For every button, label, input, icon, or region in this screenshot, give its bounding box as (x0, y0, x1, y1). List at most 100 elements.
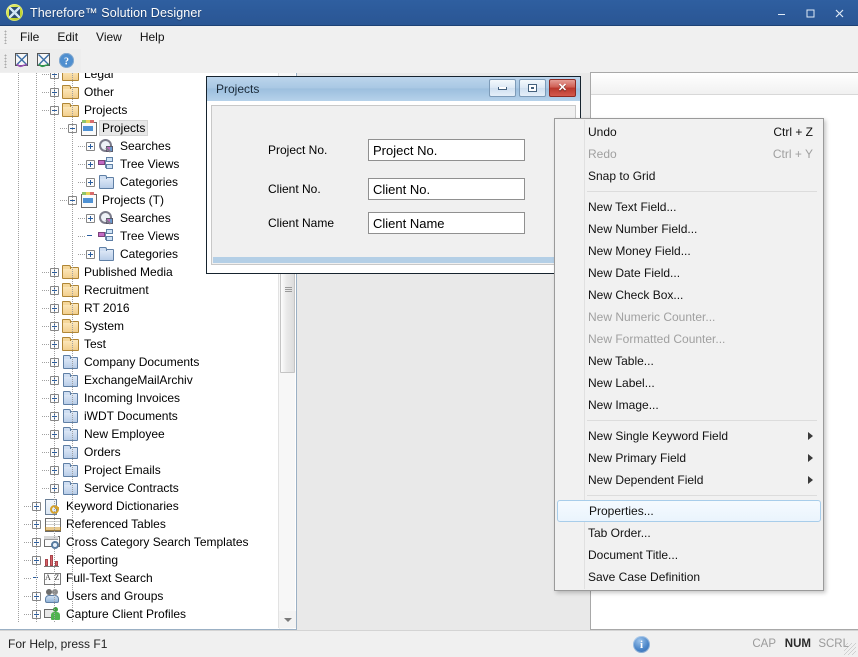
context-menu-item-label: New Dependent Field (588, 473, 703, 487)
field-box-client-no[interactable]: Client No. (368, 178, 525, 200)
projects-close-button[interactable]: ✕ (549, 79, 576, 97)
context-menu-item[interactable]: New Image... (555, 394, 823, 416)
category-icon (62, 480, 78, 496)
tree-guide-dash (42, 74, 50, 75)
context-menu-item[interactable]: New Money Field... (555, 240, 823, 262)
tree-guide-dash (24, 542, 32, 543)
tree-node[interactable]: Users and Groups (0, 587, 279, 605)
form-context-menu: UndoCtrl + ZRedoCtrl + YSnap to GridNew … (554, 118, 824, 591)
category-icon (62, 390, 78, 406)
menu-help[interactable]: Help (131, 27, 174, 47)
context-menu-separator (587, 420, 817, 421)
context-menu-item[interactable]: New Table... (555, 350, 823, 372)
tree-guide-dash (60, 200, 68, 201)
expand-icon[interactable] (86, 250, 95, 259)
scroll-down-button[interactable] (279, 611, 296, 628)
tree-node-label: Tree Views (118, 157, 181, 171)
expand-icon[interactable] (86, 142, 95, 151)
tree-node[interactable]: A ZFull-Text Search (0, 569, 279, 587)
projects-window-titlebar[interactable]: Projects ✕ (207, 77, 580, 101)
field-label-project-no: Project No. (268, 143, 368, 157)
tree-node-label: Categories (118, 247, 180, 261)
field-box-client-name[interactable]: Client Name (368, 212, 525, 234)
context-menu-item[interactable]: New Number Field... (555, 218, 823, 240)
context-menu-item[interactable]: New Date Field... (555, 262, 823, 284)
tree-guide-dash (78, 146, 86, 147)
context-menu-separator (587, 495, 817, 496)
info-icon[interactable]: i (633, 636, 650, 653)
expand-icon[interactable] (86, 160, 95, 169)
category-icon (98, 246, 114, 262)
context-menu-item[interactable]: New Single Keyword Field (555, 425, 823, 447)
form-row-project-no: Project No. Project No. (268, 139, 525, 161)
tree-node[interactable]: Capture Client Profiles (0, 605, 279, 623)
context-menu-item[interactable]: New Primary Field (555, 447, 823, 469)
tree-node-label: Categories (118, 175, 180, 189)
context-menu-item-label: Undo (588, 125, 617, 139)
tree-guide-dash (42, 362, 50, 363)
context-menu-item[interactable]: Tab Order... (555, 522, 823, 544)
field-label-client-name: Client Name (268, 216, 368, 230)
keyword-dictionary-icon (44, 498, 60, 514)
context-menu-item-label: New Image... (588, 398, 659, 412)
users-groups-icon (44, 588, 60, 604)
toolbar-gripper[interactable] (4, 54, 7, 68)
menu-file[interactable]: File (11, 27, 48, 47)
context-menu-item-label: Save Case Definition (588, 570, 700, 584)
tree-node-label: Full-Text Search (64, 571, 155, 585)
menu-edit[interactable]: Edit (48, 27, 87, 47)
projects-window-title: Projects (216, 82, 259, 96)
context-menu-item[interactable]: New Label... (555, 372, 823, 394)
help-icon[interactable]: ? (55, 50, 77, 72)
tree-guide-dash (42, 398, 50, 399)
context-menu-item[interactable]: Snap to Grid (555, 165, 823, 187)
form-row-client-no: Client No. Client No. (268, 178, 525, 200)
search-icon (98, 210, 114, 226)
new-solution-icon[interactable] (11, 50, 33, 72)
context-menu-item[interactable]: Properties... (557, 500, 821, 522)
chevron-right-icon (808, 432, 813, 440)
projects-minimize-button[interactable] (489, 79, 516, 97)
window-title: Therefore™ Solution Designer (30, 6, 202, 20)
open-solution-icon[interactable] (33, 50, 55, 72)
context-menu-item[interactable]: New Check Box... (555, 284, 823, 306)
tree-guide-dash (42, 110, 50, 111)
tree-guide-line (18, 73, 19, 623)
context-menu-item-label: New Numeric Counter... (588, 310, 715, 324)
tree-node[interactable]: Referenced Tables (0, 515, 279, 533)
context-menu-item[interactable]: New Dependent Field (555, 469, 823, 491)
context-menu-item[interactable]: New Text Field... (555, 196, 823, 218)
context-menu-item: New Formatted Counter... (555, 328, 823, 350)
projects-form-canvas[interactable]: Project No. Project No. Client No. Clien… (211, 105, 576, 265)
resize-grip[interactable] (844, 643, 856, 655)
context-menu-item: New Numeric Counter... (555, 306, 823, 328)
chevron-right-icon (808, 476, 813, 484)
folder-icon (62, 336, 78, 352)
context-menu-item[interactable]: UndoCtrl + Z (555, 121, 823, 143)
tree-node[interactable]: Reporting (0, 551, 279, 569)
menu-view[interactable]: View (87, 27, 131, 47)
expand-icon[interactable] (86, 178, 95, 187)
tree-node-label: Searches (118, 139, 173, 153)
category-icon (62, 372, 78, 388)
tree-node[interactable]: Keyword Dictionaries (0, 497, 279, 515)
folder-icon (62, 102, 78, 118)
close-button[interactable] (825, 3, 854, 23)
context-menu-item[interactable]: Save Case Definition (555, 566, 823, 588)
tree-guide-dash (24, 524, 32, 525)
field-box-project-no[interactable]: Project No. (368, 139, 525, 161)
minimize-button[interactable] (767, 3, 796, 23)
chevron-down-icon (284, 618, 292, 622)
minimize-icon (498, 87, 507, 90)
context-menu-item[interactable]: Document Title... (555, 544, 823, 566)
maximize-button[interactable] (796, 3, 825, 23)
tree-node-label: Projects (100, 121, 147, 135)
folder-icon (62, 84, 78, 100)
menubar-gripper[interactable] (4, 30, 7, 44)
projects-restore-button[interactable] (519, 79, 546, 97)
tree-guide-dash (42, 272, 50, 273)
expand-icon[interactable] (86, 214, 95, 223)
tree-node[interactable]: Cross Category Search Templates (0, 533, 279, 551)
context-menu-item-label: New Table... (588, 354, 654, 368)
tree-views-icon (98, 228, 114, 244)
